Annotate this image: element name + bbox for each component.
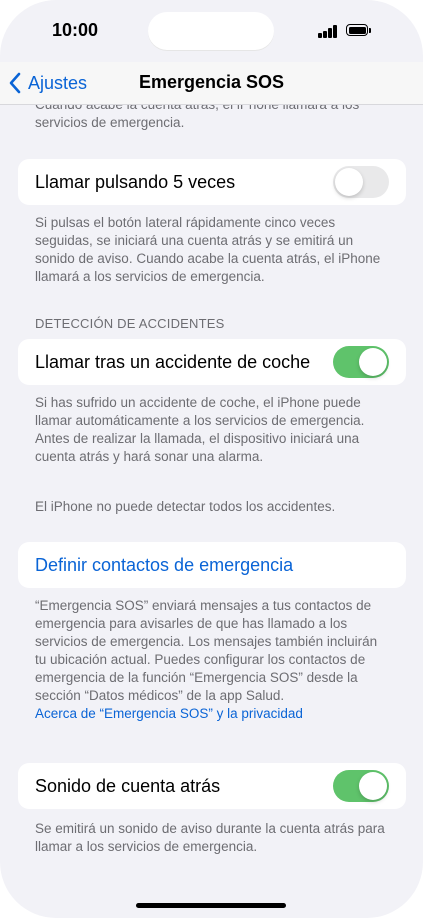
dynamic-island [148,12,274,50]
five-presses-row[interactable]: Llamar pulsando 5 veces [18,159,406,205]
five-presses-label: Llamar pulsando 5 veces [35,172,236,192]
page-title: Emergencia SOS [138,72,285,92]
five-presses-toggle[interactable] [333,166,389,198]
status-time: 10:00 [52,20,99,40]
phone-screen: 10:00 Ajustes Emergencia SOS Cuando acab… [0,0,423,918]
home-indicator [136,903,286,908]
emergency-contacts-footnote: “Emergencia SOS” enviará mensajes a tus … [35,597,390,723]
cellular-signal-icon [318,25,338,38]
battery-icon [346,24,368,36]
battery-tip [369,28,371,33]
emergency-contacts-row[interactable]: Definir contactos de emergencia [18,542,406,588]
crash-detection-toggle[interactable] [333,346,389,378]
navigation-bar: Ajustes Emergencia SOS [0,62,423,105]
crash-detection-disclaimer: El iPhone no puede detectar todos los ac… [35,499,336,514]
countdown-sound-row[interactable]: Sonido de cuenta atrás [18,763,406,809]
crash-detection-label: Llamar tras un accidente de coche [35,352,311,372]
emergency-contacts-description: “Emergencia SOS” enviará mensajes a tus … [35,598,378,703]
countdown-sound-toggle[interactable] [333,770,389,802]
five-presses-footnote: Si pulsas el botón lateral rápidamente c… [35,215,381,284]
countdown-footnote: Cuando acabe la cuenta atrás, el iPhone … [35,104,360,130]
crash-detection-header: DETECCIÓN DE ACCIDENTES [35,316,225,331]
privacy-link[interactable]: Acerca de “Emergencia SOS” y la privacid… [35,706,303,721]
status-bar: 10:00 [0,0,423,66]
emergency-contacts-link[interactable]: Definir contactos de emergencia [35,555,293,576]
settings-list: Cuando acabe la cuenta atrás, el iPhone … [0,104,423,918]
crash-detection-row[interactable]: Llamar tras un accidente de coche [18,339,406,385]
crash-detection-footnote: Si has sufrido un accidente de coche, el… [35,395,365,464]
countdown-sound-footnote: Se emitirá un sonido de aviso durante la… [35,821,385,854]
countdown-sound-label: Sonido de cuenta atrás [35,776,221,796]
